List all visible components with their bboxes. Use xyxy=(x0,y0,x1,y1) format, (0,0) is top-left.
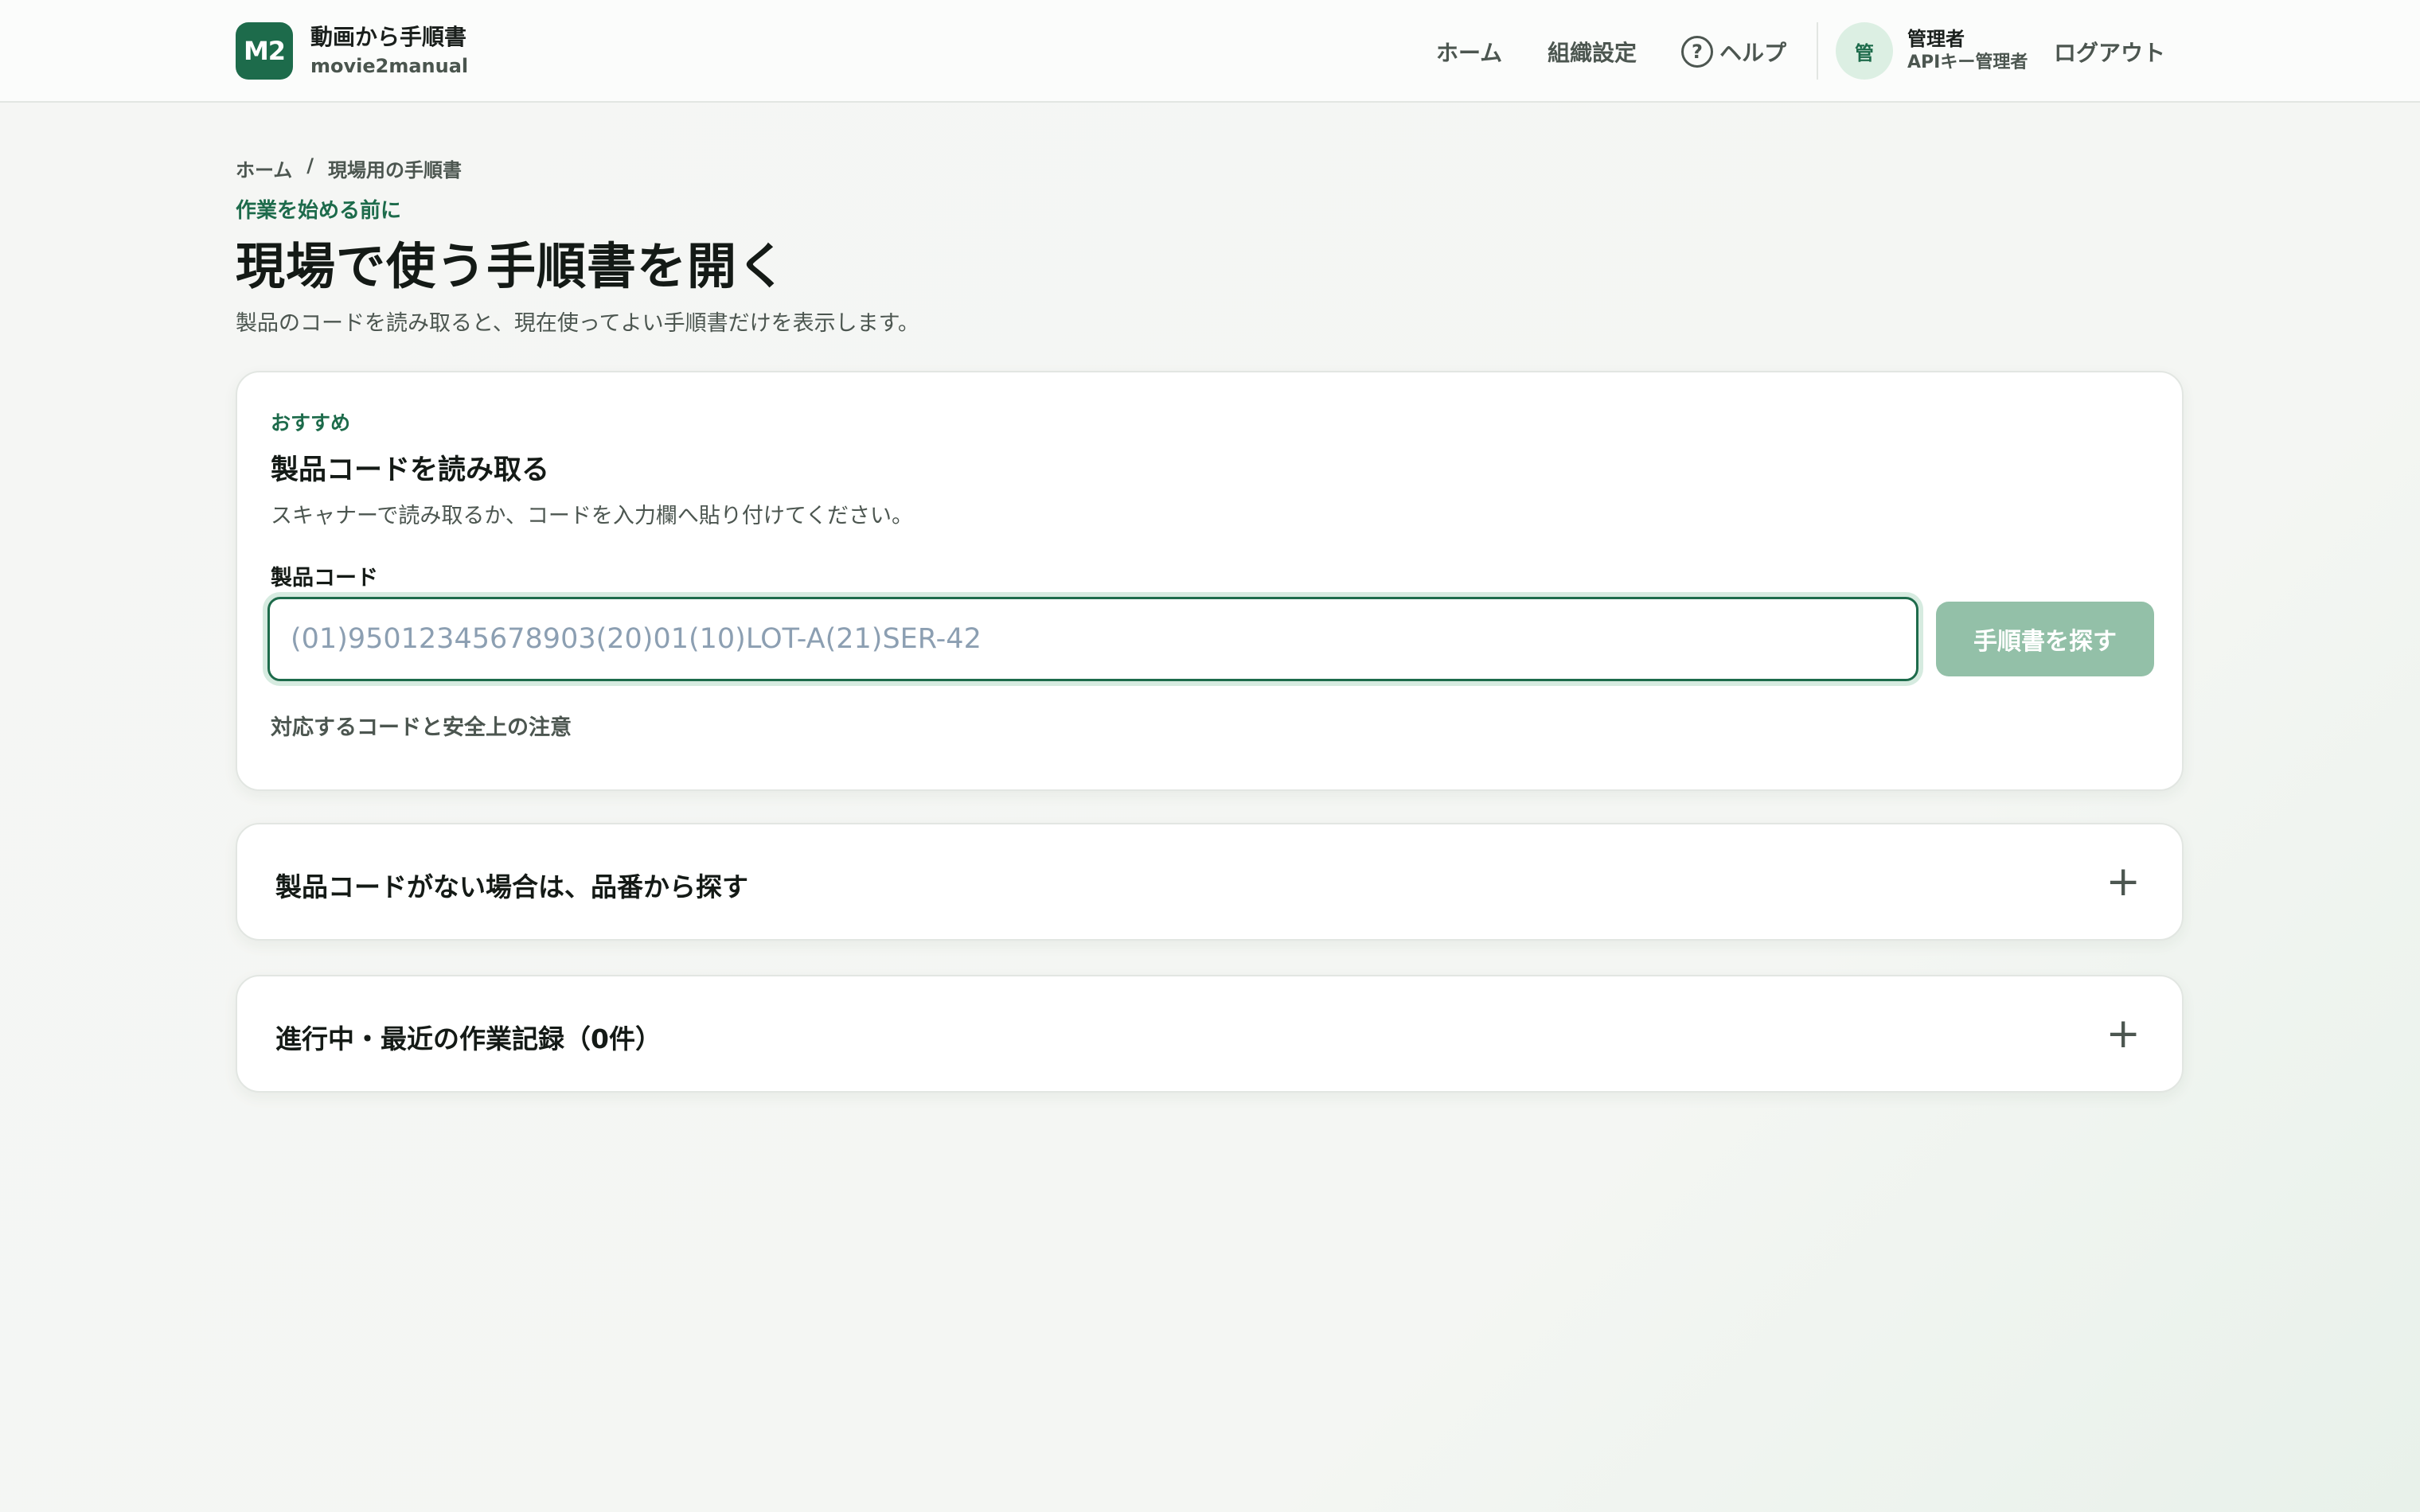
breadcrumb-home[interactable]: ホーム xyxy=(236,154,292,182)
expand-plus-icon[interactable]: + xyxy=(2106,856,2141,907)
nav-org-settings-label: 組織設定 xyxy=(1548,39,1637,66)
header-divider xyxy=(1817,22,1818,80)
user-role: APIキー管理者 xyxy=(1907,53,2028,72)
nav-help-label: ヘルプ xyxy=(1719,39,1787,66)
logout-button[interactable]: ログアウト xyxy=(2054,0,2165,103)
app-title: 動画から手順書 xyxy=(310,24,467,50)
product-code-input[interactable] xyxy=(267,597,1918,681)
page-description: 製品のコードを読み取ると、現在使ってよい手順書だけを表示します。 xyxy=(236,311,919,336)
breadcrumb-separator: / xyxy=(306,154,314,177)
expand-plus-icon[interactable]: + xyxy=(2106,1008,2141,1059)
scan-card-description: スキャナーで読み取るか、コードを入力欄へ貼り付けてください。 xyxy=(271,504,914,528)
scan-card: おすすめ 製品コードを読み取る スキャナーで読み取るか、コードを入力欄へ貼り付け… xyxy=(236,371,2184,791)
brand[interactable]: M2 動画から手順書 movie2manual xyxy=(236,22,468,80)
page-eyebrow: 作業を始める前に xyxy=(236,199,402,223)
nav-home[interactable]: ホーム xyxy=(1436,0,1502,103)
supported-codes-safety-link[interactable]: 対応するコードと安全上の注意 xyxy=(271,710,572,741)
avatar: 管 xyxy=(1836,22,1893,80)
product-code-input-wrapper xyxy=(267,597,1918,681)
accordion-title: 進行中・最近の作業記録（0件） xyxy=(275,1023,662,1054)
nav-home-label: ホーム xyxy=(1436,39,1503,66)
breadcrumb-current: 現場用の手順書 xyxy=(328,159,463,181)
brand-text: 動画から手順書 movie2manual xyxy=(310,23,468,79)
help-icon: ? xyxy=(1681,35,1713,68)
app-subtitle: movie2manual xyxy=(310,55,469,77)
part-number-search-accordion[interactable]: 製品コードがない場合は、品番から探す + xyxy=(236,823,2184,941)
page-title: 現場で使う手順書を開く xyxy=(236,237,788,295)
scan-card-title: 製品コードを読み取る xyxy=(271,454,550,486)
top-bar: M2 動画から手順書 movie2manual ホーム 組織設定 ? ヘルプ 管… xyxy=(0,0,2420,103)
nav-help[interactable]: ? ヘルプ xyxy=(1681,0,1786,103)
user-menu[interactable]: 管 管理者 APIキー管理者 xyxy=(1836,22,2028,80)
user-info: 管理者 APIキー管理者 xyxy=(1907,27,2028,75)
app-logo: M2 xyxy=(236,22,293,80)
nav-org-settings[interactable]: 組織設定 xyxy=(1548,0,1637,103)
product-code-label: 製品コード xyxy=(271,566,378,590)
breadcrumb: ホーム / 現場用の手順書 xyxy=(236,154,462,182)
accordion-title: 製品コードがない場合は、品番から探す xyxy=(275,871,748,902)
recent-work-records-accordion[interactable]: 進行中・最近の作業記録（0件） + xyxy=(236,975,2184,1093)
find-manual-button[interactable]: 手順書を探す xyxy=(1936,602,2154,676)
recommended-tag: おすすめ xyxy=(271,411,351,435)
user-name: 管理者 xyxy=(1907,28,1965,50)
